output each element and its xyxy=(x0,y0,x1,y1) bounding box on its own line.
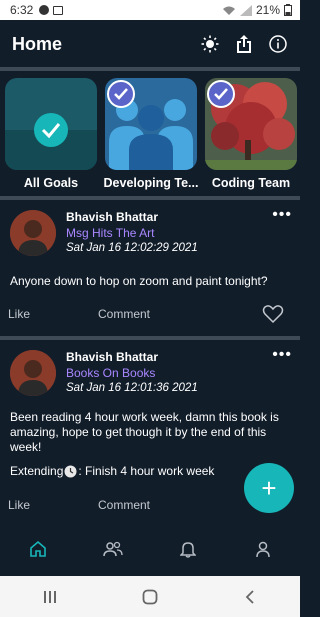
post-body: Anyone down to hop on zoom and paint ton… xyxy=(10,274,268,288)
avatar[interactable] xyxy=(10,350,56,396)
check-icon xyxy=(214,88,228,100)
goal-developing-team[interactable]: Developing Te... xyxy=(104,78,198,196)
header-divider xyxy=(0,67,300,71)
check-circle-icon xyxy=(34,113,68,147)
tab-profile[interactable] xyxy=(248,534,278,564)
status-time: 6:32 xyxy=(10,3,34,17)
goal-thumbnail xyxy=(205,78,297,170)
goal-coding-team[interactable]: Coding Team xyxy=(204,78,298,196)
signal-icon xyxy=(239,4,252,16)
like-button[interactable]: Like xyxy=(8,307,30,321)
post-group[interactable]: Msg Hits The Art xyxy=(66,226,154,240)
battery-icon xyxy=(284,4,292,16)
battery-text: 21% xyxy=(255,3,280,17)
recents-icon xyxy=(44,590,56,603)
home-circle-icon xyxy=(142,589,158,604)
app-header: Home xyxy=(0,20,300,68)
post-group[interactable]: Books On Books xyxy=(66,366,155,380)
image-notification-icon xyxy=(53,5,64,15)
goal-clock-icon xyxy=(64,465,77,478)
post-date: Sat Jan 16 12:01:36 2021 xyxy=(66,382,198,394)
tab-people[interactable] xyxy=(98,534,128,564)
goal-all-goals[interactable]: All Goals xyxy=(4,78,98,196)
post-author[interactable]: Bhavish Bhattar xyxy=(66,210,158,224)
back-button[interactable] xyxy=(230,582,270,612)
brightness-icon xyxy=(201,35,219,53)
goal-label: Developing Te... xyxy=(103,176,199,190)
like-button[interactable]: Like xyxy=(8,498,30,512)
notification-a-icon xyxy=(39,5,50,15)
back-chevron-icon xyxy=(245,589,254,604)
bell-icon xyxy=(179,542,196,558)
info-button[interactable] xyxy=(268,34,288,54)
brightness-button[interactable] xyxy=(200,34,220,54)
home-icon xyxy=(29,540,46,557)
comment-button[interactable]: Comment xyxy=(98,498,150,512)
goal-thumbnail xyxy=(105,78,197,170)
info-icon xyxy=(269,35,287,53)
bottom-tab-bar xyxy=(0,524,300,574)
selected-badge xyxy=(107,80,135,108)
recents-button[interactable] xyxy=(30,582,70,612)
goal-thumbnail xyxy=(5,78,97,170)
more-options-icon[interactable]: ••• xyxy=(272,206,292,224)
goals-carousel: All Goals Developing Te... Coding Team xyxy=(0,72,300,196)
post-body: Been reading 4 hour work week, damn this… xyxy=(10,410,279,454)
tab-notifications[interactable] xyxy=(173,534,203,564)
tab-home[interactable] xyxy=(23,534,53,564)
page-title: Home xyxy=(12,33,63,54)
home-nav-button[interactable] xyxy=(130,582,170,612)
person-icon xyxy=(255,541,270,558)
wifi-icon xyxy=(222,6,235,15)
avatar-image xyxy=(10,350,56,396)
system-nav-bar xyxy=(0,576,300,617)
extending-prefix: Extending xyxy=(10,464,64,478)
status-bar: 6:32 21% xyxy=(0,0,300,20)
share-icon xyxy=(237,35,251,53)
selected-badge xyxy=(207,80,235,108)
extending-line: Extending : Finish 4 hour work week xyxy=(10,464,285,479)
add-post-button[interactable]: + xyxy=(244,463,294,513)
goal-label: Coding Team xyxy=(211,176,291,190)
heart-icon[interactable] xyxy=(262,304,284,324)
more-options-icon[interactable]: ••• xyxy=(272,346,292,364)
post-date: Sat Jan 16 12:02:29 2021 xyxy=(66,242,198,254)
comment-button[interactable]: Comment xyxy=(98,307,150,321)
extending-goal[interactable]: : Finish 4 hour work week xyxy=(78,464,214,479)
post-author[interactable]: Bhavish Bhattar xyxy=(66,350,158,364)
post-card: Bhavish Bhattar Msg Hits The Art Sat Jan… xyxy=(0,200,300,336)
avatar-image xyxy=(10,210,56,256)
avatar[interactable] xyxy=(10,210,56,256)
plus-icon: + xyxy=(261,472,277,503)
people-icon xyxy=(102,541,123,557)
share-button[interactable] xyxy=(234,34,254,54)
goal-label: All Goals xyxy=(23,176,79,190)
check-icon xyxy=(114,88,128,100)
